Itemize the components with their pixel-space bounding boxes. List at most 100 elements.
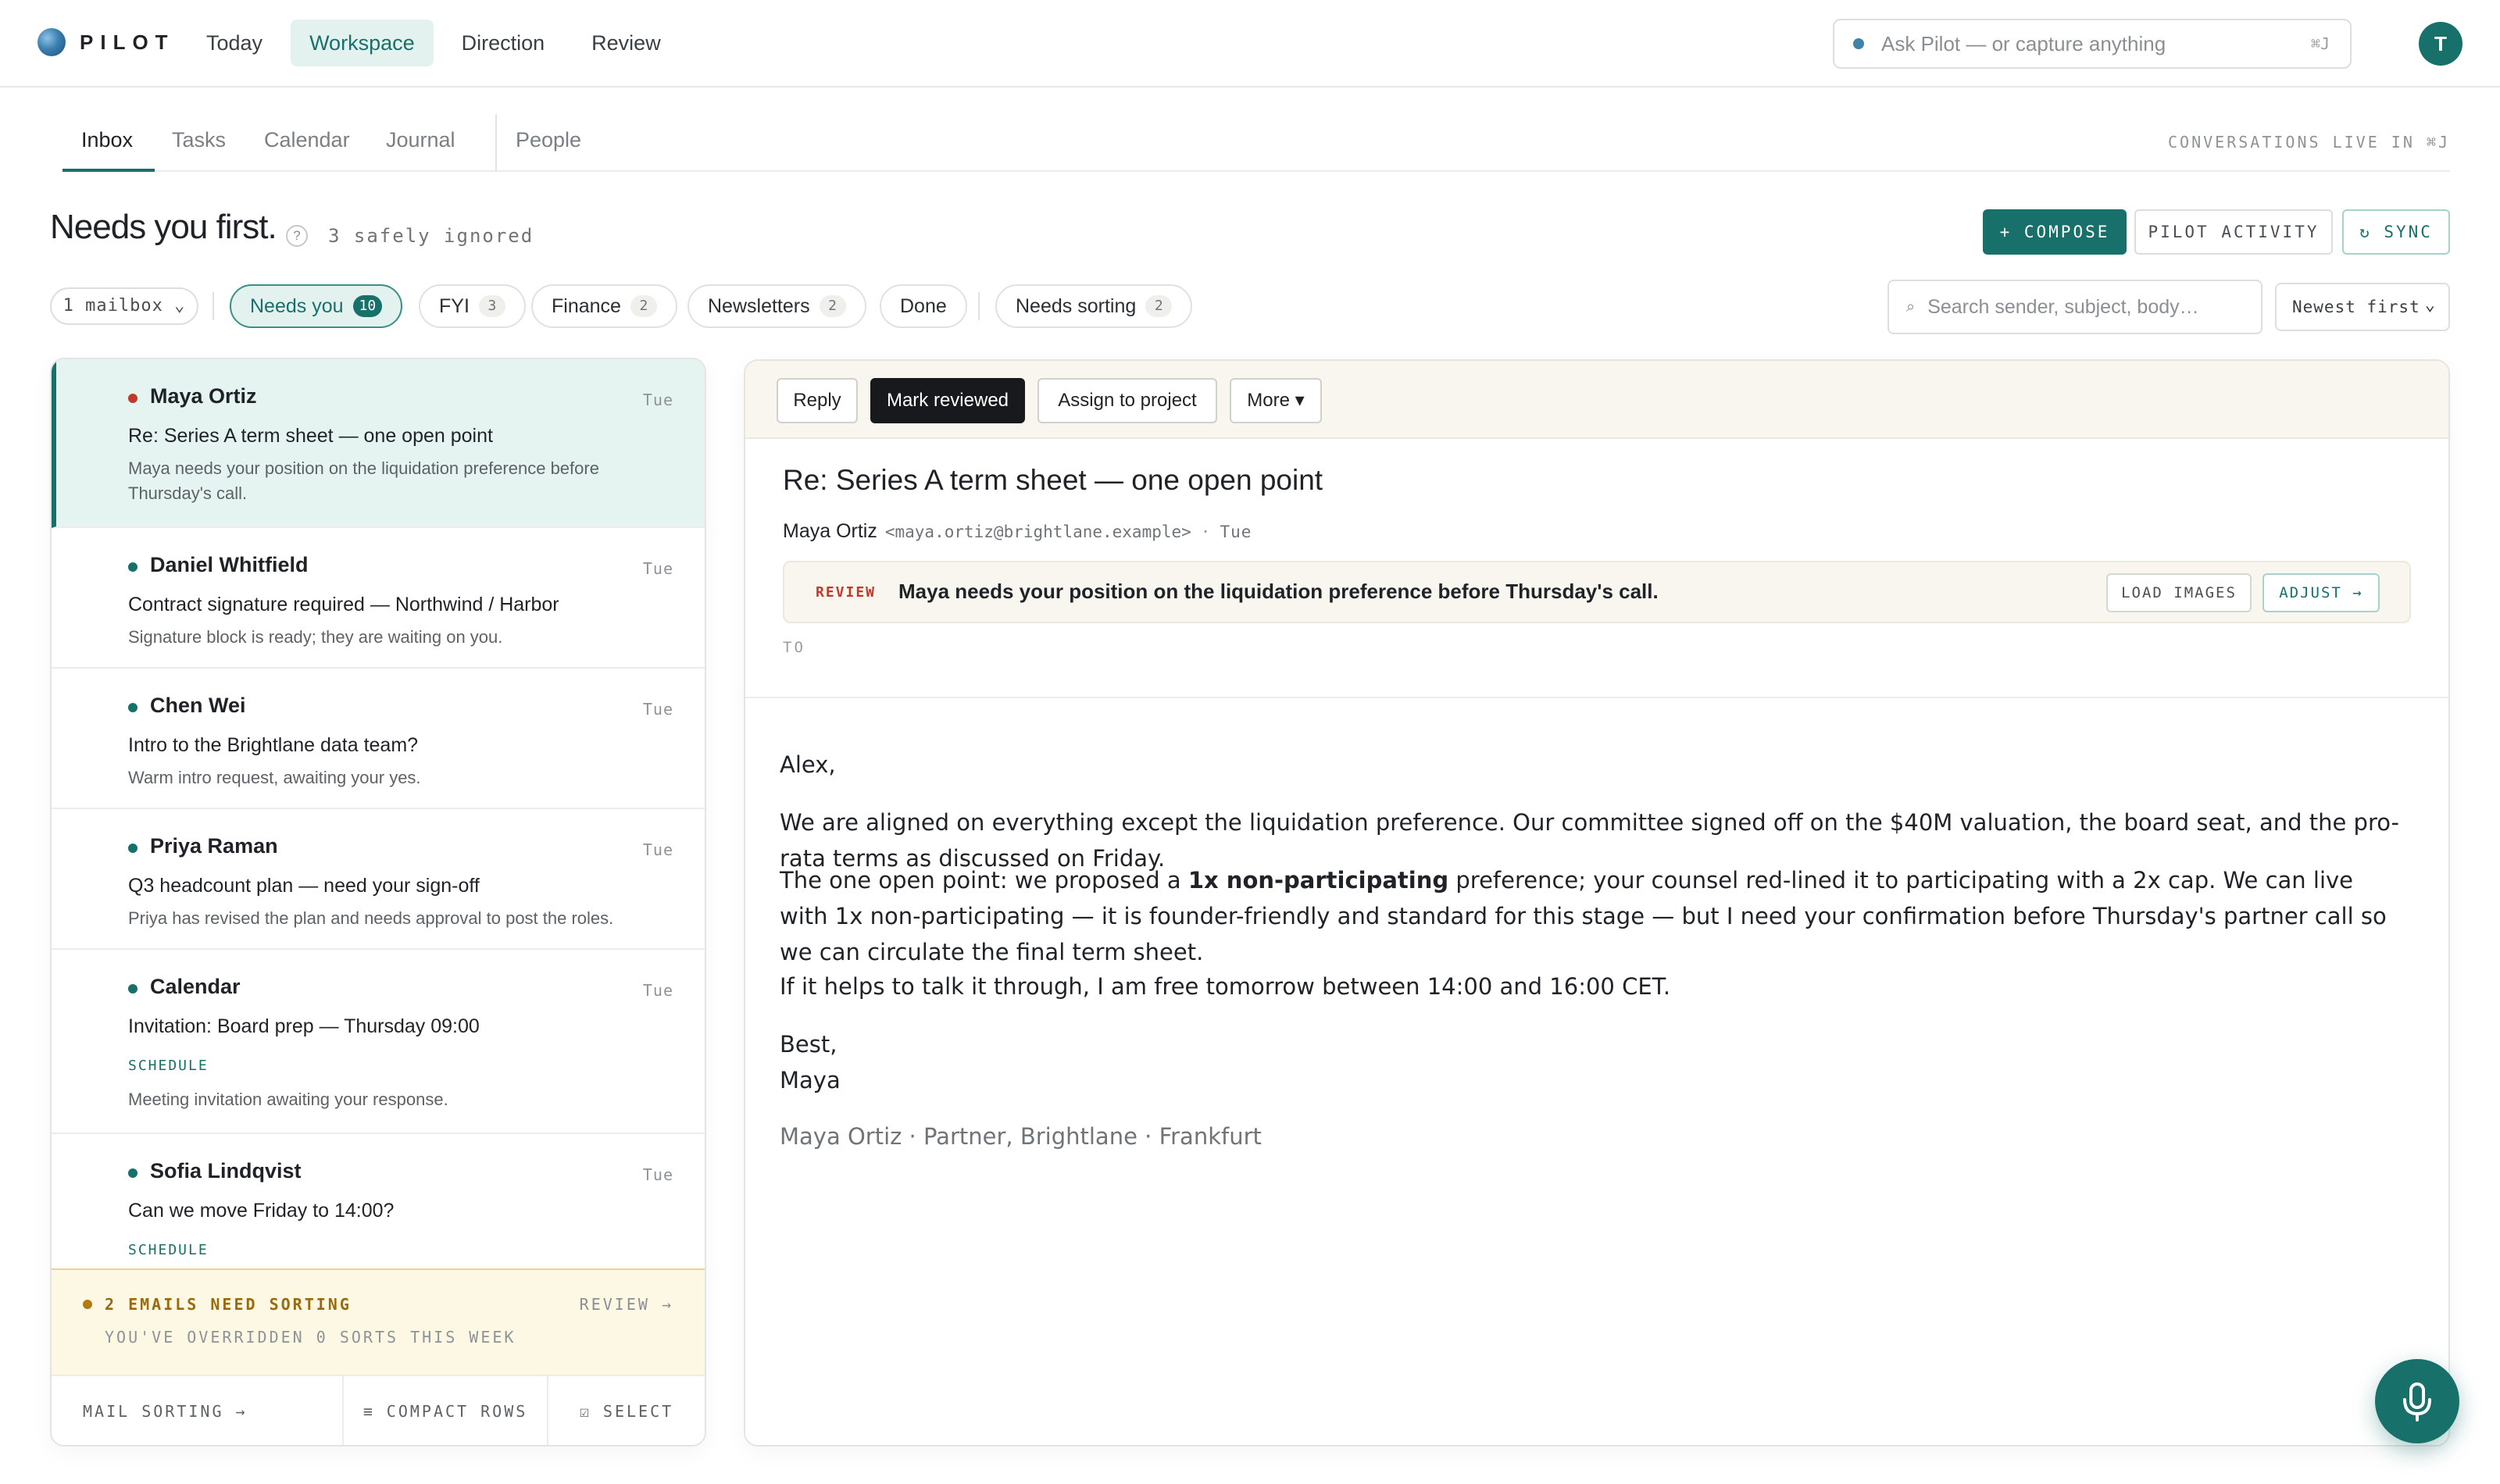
warning-dot-icon [83,1300,92,1309]
sent-time: Tue [1220,523,1252,541]
adjust-button[interactable]: ADJUST → [2262,573,2380,612]
mailbox-selector[interactable]: 1 mailbox ⌄ [50,287,198,325]
email-greeting: Alex, [780,751,836,778]
tab-journal[interactable]: Journal [386,128,455,152]
review-message: Maya needs your position on the liquidat… [898,580,1659,603]
to-label: TO [783,639,805,656]
header-divider [745,697,2448,698]
status-dot-icon [128,1168,138,1178]
schedule-tag: SCHEDULE [128,1058,209,1074]
sorting-banner-subtitle: YOU'VE OVERRIDDEN 0 SORTS THIS WEEK [105,1328,516,1347]
chip-count: 2 [1145,295,1173,317]
sender-line: Maya Ortiz <maya.ortiz@brightlane.example… [783,520,1252,543]
logo[interactable]: PILOT [38,28,175,56]
nav-review[interactable]: Review [573,20,680,66]
more-menu-button[interactable]: More ▾ [1230,378,1322,423]
sync-button[interactable]: ↻ SYNC [2342,209,2450,255]
sorting-banner: 2 EMAILS NEED SORTING YOU'VE OVERRIDDEN … [52,1268,705,1375]
help-icon[interactable]: ? [286,225,308,247]
sender-name: Calendar [150,975,241,998]
tab-tasks[interactable]: Tasks [172,128,226,152]
sender-name: Chen Wei [150,694,246,717]
message-preview: Signature block is ready; they are waiti… [128,627,503,647]
ask-placeholder: Ask Pilot — or capture anything [1881,31,2166,55]
conversations-hint: CONVERSATIONS LIVE IN ⌘J [2168,133,2450,152]
assign-to-project-button[interactable]: Assign to project [1038,378,1217,423]
tab-people[interactable]: People [516,128,581,152]
chip-label: Newsletters [708,294,810,317]
message-subject: Re: Series A term sheet — one open point [128,425,493,447]
list-item[interactable]: Priya Raman Tue Q3 headcount plan — need… [52,809,705,950]
message-time: Tue [642,840,673,859]
message-preview: Maya needs your position on the liquidat… [128,458,599,503]
load-images-button[interactable]: LOAD IMAGES [2106,573,2252,612]
compact-rows-toggle[interactable]: ≡ COMPACT ROWS [344,1376,548,1445]
review-callout: REVIEW Maya needs your position on the l… [783,561,2411,623]
chip-needs-you[interactable]: Needs you 10 [230,284,403,328]
tab-calendar[interactable]: Calendar [264,128,350,152]
logo-text: PILOT [80,30,175,54]
nav-workspace[interactable]: Workspace [291,20,434,66]
email-signoff: Best, [780,1031,838,1058]
reading-pane: Reply Mark reviewed Assign to project Mo… [744,359,2450,1447]
top-bar: PILOT Today Workspace Direction Review A… [0,0,2500,87]
tab-inbox[interactable]: Inbox [81,128,133,152]
email-paragraph: If it helps to talk it through, I am fre… [780,973,1671,1000]
list-item[interactable]: Daniel Whitfield Tue Contract signature … [52,528,705,669]
voice-capture-button[interactable] [2375,1359,2459,1443]
message-list: Maya Ortiz Tue Re: Series A term sheet —… [50,358,706,1447]
message-time: Tue [642,700,673,719]
select-toggle[interactable]: ☑ SELECT [548,1376,705,1445]
chip-newsletters[interactable]: Newsletters 2 [688,284,866,328]
chip-count: 3 [478,295,505,317]
message-subject: Invitation: Board prep — Thursday 09:00 [128,1015,480,1037]
email-sender-name: Maya [780,1067,841,1093]
message-preview: Meeting invitation awaiting your respons… [128,1090,448,1109]
urgent-dot-icon [128,394,138,403]
chip-done[interactable]: Done [880,284,967,328]
chip-count: 10 [352,295,383,317]
sender-address[interactable]: <maya.ortiz@brightlane.example> [885,523,1191,541]
chip-needs-sorting[interactable]: Needs sorting 2 [995,284,1193,328]
pilot-activity-button[interactable]: PILOT ACTIVITY [2134,209,2333,255]
section-tabs: Inbox Tasks Calendar Journal People CONV… [62,114,2450,172]
list-item[interactable]: Maya Ortiz Tue Re: Series A term sheet —… [52,359,705,528]
ask-pilot-input[interactable]: Ask Pilot — or capture anything ⌘J [1833,19,2352,69]
review-sorting-link[interactable]: REVIEW → [580,1295,673,1314]
mark-reviewed-button[interactable]: Mark reviewed [870,378,1025,423]
ignored-count[interactable]: 3 safely ignored [328,225,534,247]
chip-label: Done [900,294,947,317]
nav-today[interactable]: Today [188,20,281,66]
status-dot-icon [128,562,138,572]
nav-direction[interactable]: Direction [443,20,564,66]
list-item[interactable]: Calendar Tue Invitation: Board prep — Th… [52,950,705,1134]
user-avatar[interactable]: T [2419,22,2462,66]
message-time: Tue [642,981,673,1000]
status-dot-icon [128,703,138,712]
paragraph-text: The one open point: we proposed a [780,867,1188,894]
email-paragraph: The one open point: we proposed a 1x non… [780,862,2405,970]
message-subject: Contract signature required — Northwind … [128,594,559,615]
mail-sorting-link[interactable]: MAIL SORTING → [52,1376,344,1445]
paragraph-emphasis: 1x non-participating [1188,867,1449,894]
compose-button[interactable]: + COMPOSE [1983,209,2127,255]
list-item[interactable]: Sofia Lindqvist Tue Can we move Friday t… [52,1134,705,1268]
sender-name: Sofia Lindqvist [150,1159,302,1183]
chip-finance[interactable]: Finance 2 [531,284,677,328]
reply-button[interactable]: Reply [777,378,858,423]
mail-search-input[interactable]: ⌕ Search sender, subject, body… [1888,280,2262,334]
microphone-icon [2403,1382,2431,1422]
message-subject: Can we move Friday to 14:00? [128,1200,395,1222]
sort-select[interactable]: Newest first ⌄ [2275,283,2450,331]
chip-fyi[interactable]: FYI 3 [419,284,526,328]
message-time: Tue [642,391,673,409]
message-time: Tue [642,1165,673,1184]
sender-name: Priya Raman [150,834,278,858]
chevron-down-icon: ⌄ [2424,295,2436,315]
status-dot-icon [128,984,138,993]
list-item[interactable]: Chen Wei Tue Intro to the Brightlane dat… [52,669,705,809]
review-tag: REVIEW [816,584,877,601]
ask-shortcut: ⌘J [2310,34,2330,53]
sender-name[interactable]: Maya Ortiz [783,520,877,542]
sorting-banner-title: 2 EMAILS NEED SORTING [105,1295,352,1314]
